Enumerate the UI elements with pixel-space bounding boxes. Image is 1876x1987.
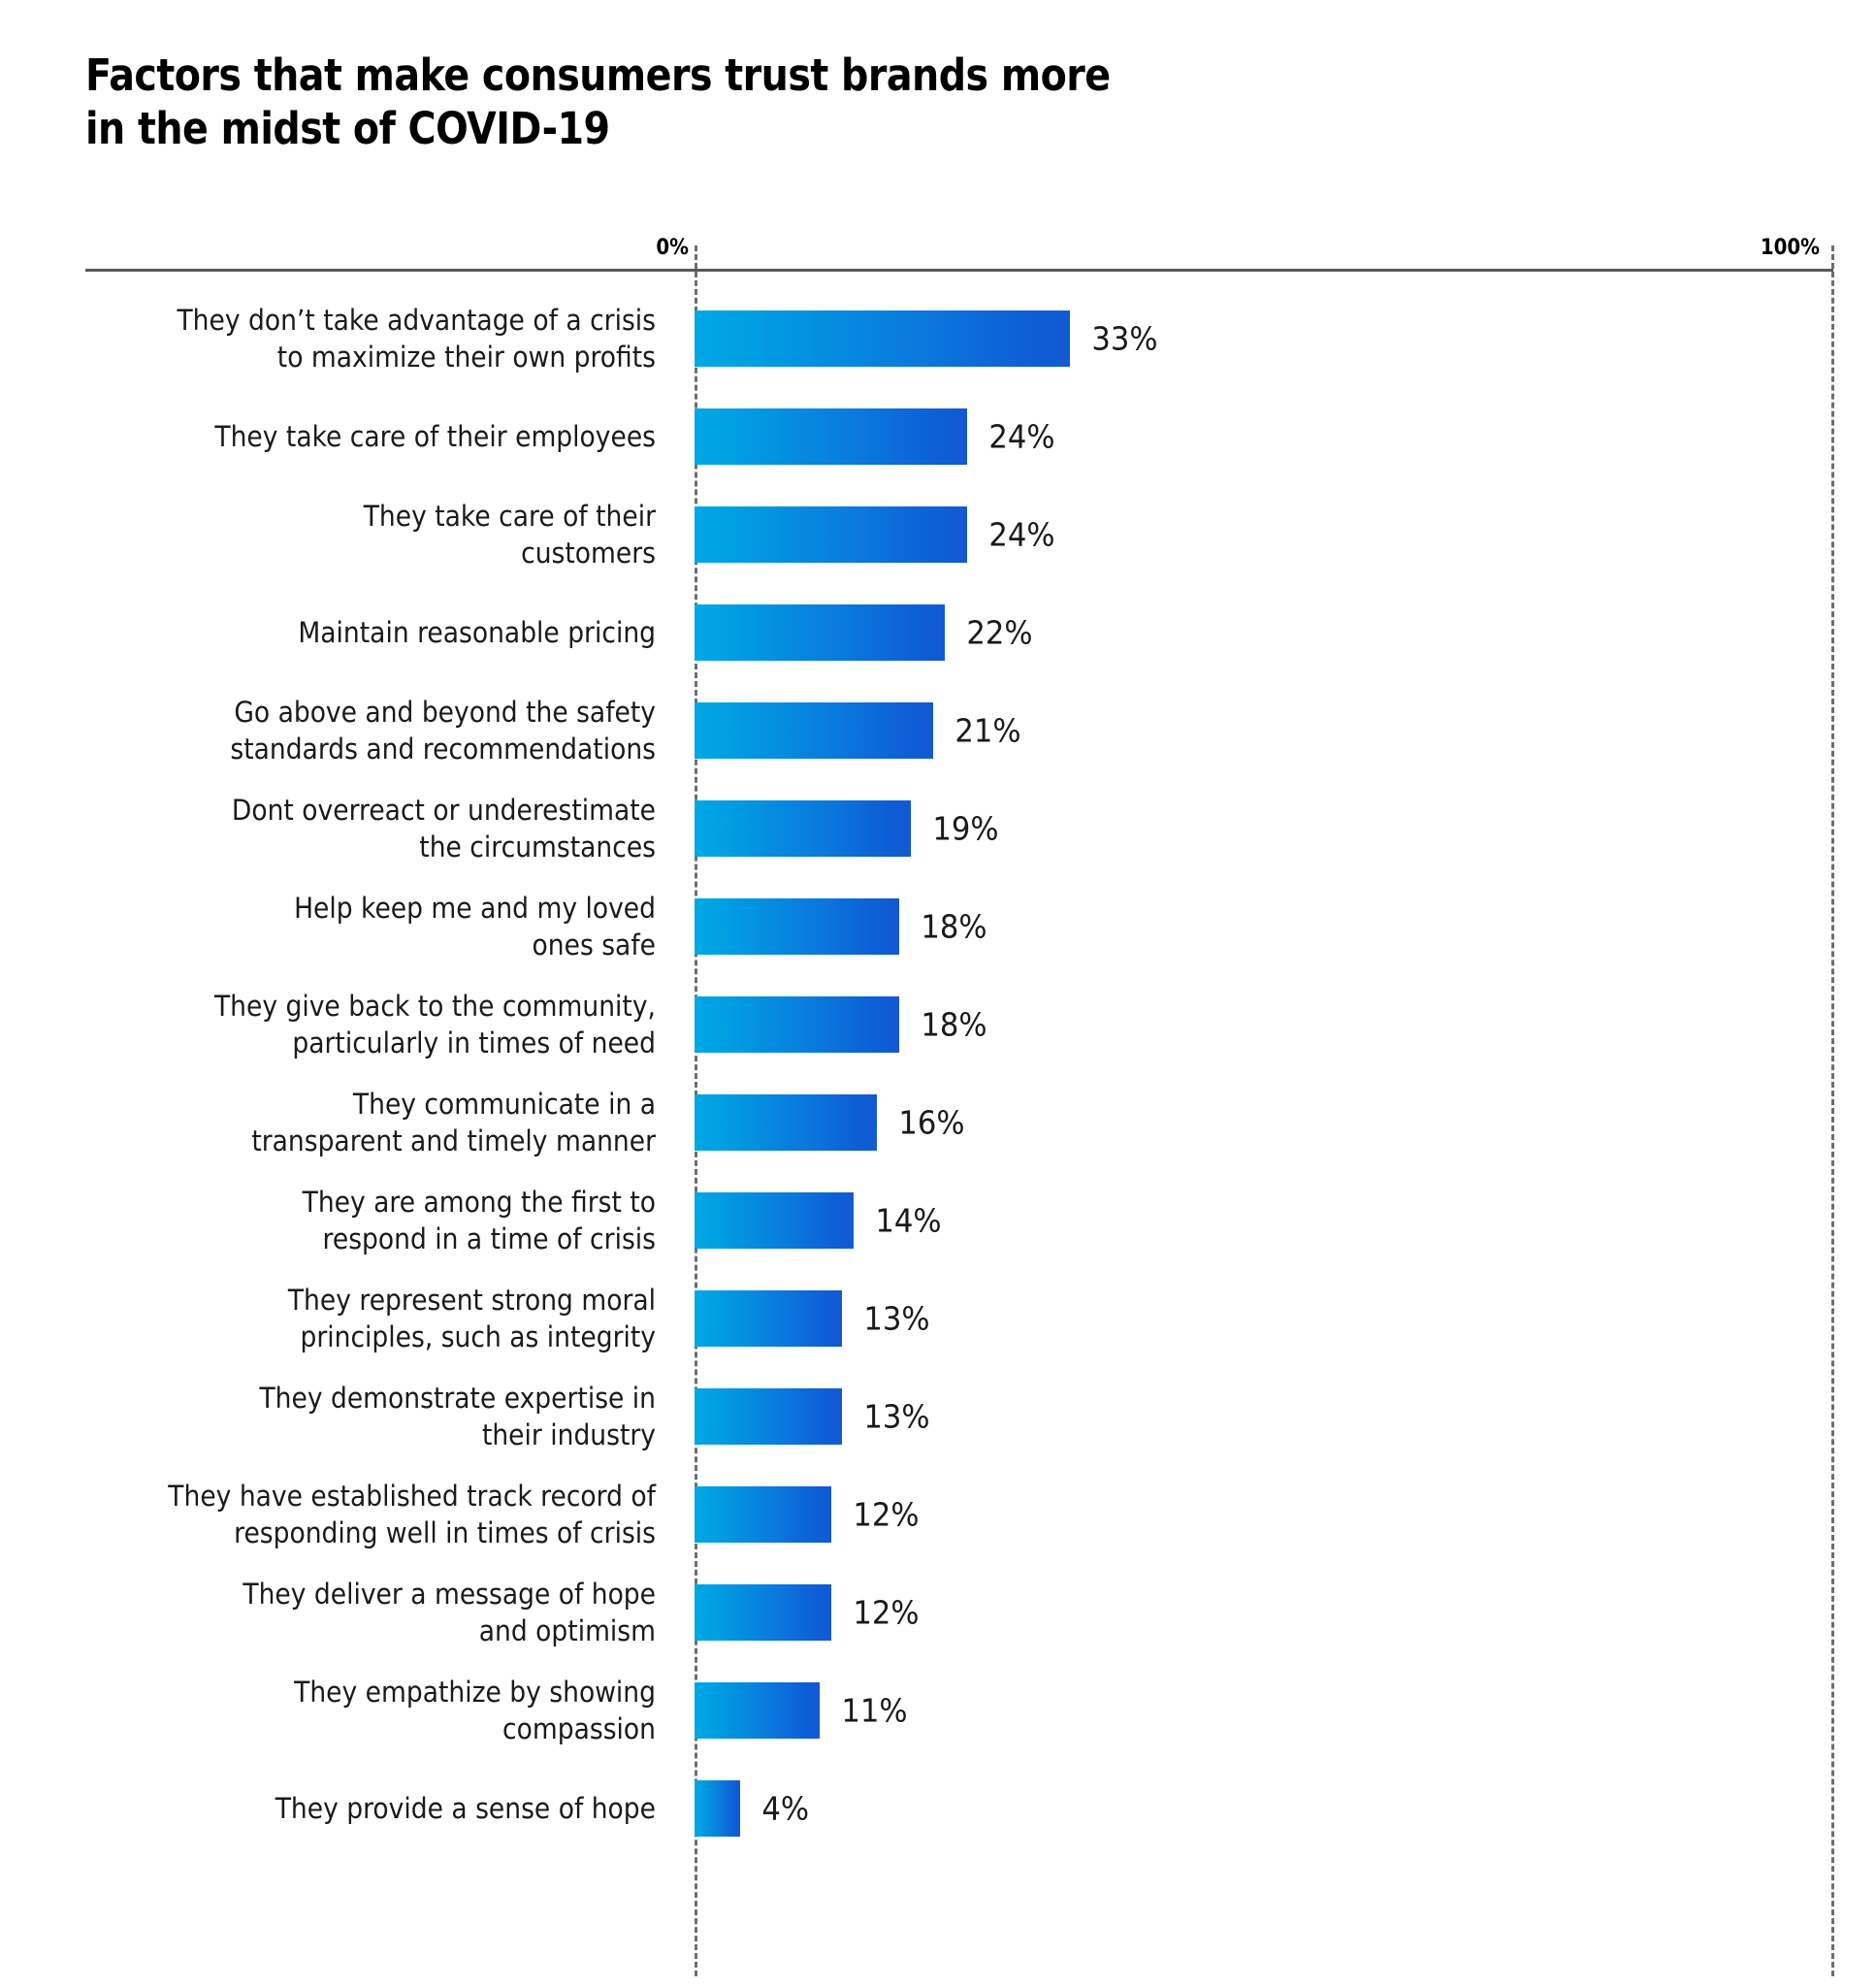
bar-value-label: 21% bbox=[954, 711, 1021, 749]
bar-fill bbox=[695, 505, 968, 563]
bar-category-label: They don’t take advantage of a crisis to… bbox=[177, 303, 656, 374]
bar-value-label: 24% bbox=[988, 417, 1055, 455]
bar-row: Dont overreact or underestimate the circ… bbox=[0, 779, 1876, 877]
bar-value-label: 13% bbox=[863, 1397, 930, 1435]
bar-row: They are among the first to respond in a… bbox=[0, 1171, 1876, 1269]
bar-category-label: They empathize by showing compassion bbox=[294, 1675, 656, 1745]
bar-category-label: They take care of their employees bbox=[214, 419, 656, 453]
bar-rows-container: They don’t take advantage of a crisis to… bbox=[0, 289, 1876, 1857]
bar-fill bbox=[695, 309, 1070, 367]
bar-track bbox=[695, 799, 1831, 857]
bar-value-label: 12% bbox=[852, 1593, 920, 1631]
bar-track bbox=[695, 897, 1831, 955]
bar-category-label: Maintain reasonable pricing bbox=[298, 615, 656, 649]
bar-fill bbox=[695, 1289, 843, 1347]
bar-row: They communicate in a transparent and ti… bbox=[0, 1073, 1876, 1171]
bar-value-label: 14% bbox=[875, 1201, 942, 1239]
bar-row: They have established track record of re… bbox=[0, 1465, 1876, 1563]
bar-track bbox=[695, 407, 1831, 465]
bar-row: They provide a sense of hope 4% bbox=[0, 1759, 1876, 1857]
bar-track bbox=[695, 1779, 1831, 1837]
bar-row: They demonstrate expertise in their indu… bbox=[0, 1367, 1876, 1465]
bar-category-label: Help keep me and my loved ones safe bbox=[294, 891, 656, 961]
bar-category-label: They give back to the community, particu… bbox=[213, 989, 656, 1059]
bar-row: They don’t take advantage of a crisis to… bbox=[0, 289, 1876, 387]
bar-category-label: They have established track record of re… bbox=[168, 1479, 656, 1549]
bar-track bbox=[695, 505, 1831, 563]
bar-value-label: 18% bbox=[921, 1005, 987, 1043]
bar-track bbox=[695, 995, 1831, 1053]
bar-value-label: 11% bbox=[841, 1691, 908, 1729]
bar-fill bbox=[695, 603, 945, 661]
bar-row: Help keep me and my loved ones safe 18% bbox=[0, 877, 1876, 975]
bar-fill bbox=[695, 1583, 831, 1641]
bar-category-label: They are among the first to respond in a… bbox=[302, 1185, 656, 1255]
bar-row: They empathize by showing compassion 11% bbox=[0, 1661, 1876, 1759]
bar-fill bbox=[695, 897, 899, 955]
bar-category-label: Go above and beyond the safety standards… bbox=[230, 695, 656, 765]
bar-fill bbox=[695, 1485, 831, 1543]
bar-fill bbox=[695, 995, 899, 1053]
chart-plot-area: Factors that make consumers trust brands… bbox=[0, 0, 1876, 1987]
bar-track bbox=[695, 1093, 1831, 1151]
bar-track bbox=[695, 309, 1831, 367]
bar-category-label: They take care of their customers bbox=[363, 499, 656, 570]
bar-fill bbox=[695, 1191, 855, 1249]
chart-title: Factors that make consumers trust brands… bbox=[85, 49, 1111, 155]
bar-value-label: 12% bbox=[852, 1495, 920, 1533]
bar-fill bbox=[695, 799, 911, 857]
axis-tick-label-min: 0% bbox=[656, 236, 689, 260]
bar-category-label: They communicate in a transparent and ti… bbox=[251, 1087, 656, 1157]
bar-value-label: 22% bbox=[966, 613, 1033, 651]
bar-row: They deliver a message of hope and optim… bbox=[0, 1563, 1876, 1661]
bar-row: They take care of their employees 24% bbox=[0, 387, 1876, 485]
bar-row: Go above and beyond the safety standards… bbox=[0, 681, 1876, 779]
bar-fill bbox=[695, 1681, 820, 1739]
bar-track bbox=[695, 701, 1831, 759]
bar-value-label: 13% bbox=[863, 1299, 930, 1337]
bar-category-label: They deliver a message of hope and optim… bbox=[243, 1577, 656, 1647]
bar-fill bbox=[695, 1387, 843, 1445]
bar-row: They represent strong moral principles, … bbox=[0, 1269, 1876, 1367]
bar-track bbox=[695, 603, 1831, 661]
bar-value-label: 33% bbox=[1091, 319, 1158, 357]
bar-category-label: They demonstrate expertise in their indu… bbox=[259, 1381, 656, 1451]
bar-value-label: 19% bbox=[931, 809, 999, 847]
bar-category-label: They provide a sense of hope bbox=[275, 1791, 656, 1825]
bar-value-label: 16% bbox=[897, 1103, 965, 1141]
axis-tick-label-max: 100% bbox=[1760, 236, 1820, 260]
bar-fill bbox=[695, 407, 968, 465]
axis-top-rule bbox=[85, 269, 1833, 272]
bar-row: They take care of their customers 24% bbox=[0, 485, 1876, 583]
bar-category-label: Dont overreact or underestimate the circ… bbox=[231, 793, 656, 863]
bar-fill bbox=[695, 701, 934, 759]
bar-row: They give back to the community, particu… bbox=[0, 975, 1876, 1073]
bar-row: Maintain reasonable pricing 22% bbox=[0, 583, 1876, 681]
bar-fill bbox=[695, 1093, 877, 1151]
bar-value-label: 18% bbox=[921, 907, 987, 945]
bar-value-label: 4% bbox=[761, 1789, 809, 1827]
bar-fill bbox=[695, 1779, 740, 1837]
bar-value-label: 24% bbox=[988, 515, 1055, 553]
bar-category-label: They represent strong moral principles, … bbox=[287, 1283, 656, 1353]
